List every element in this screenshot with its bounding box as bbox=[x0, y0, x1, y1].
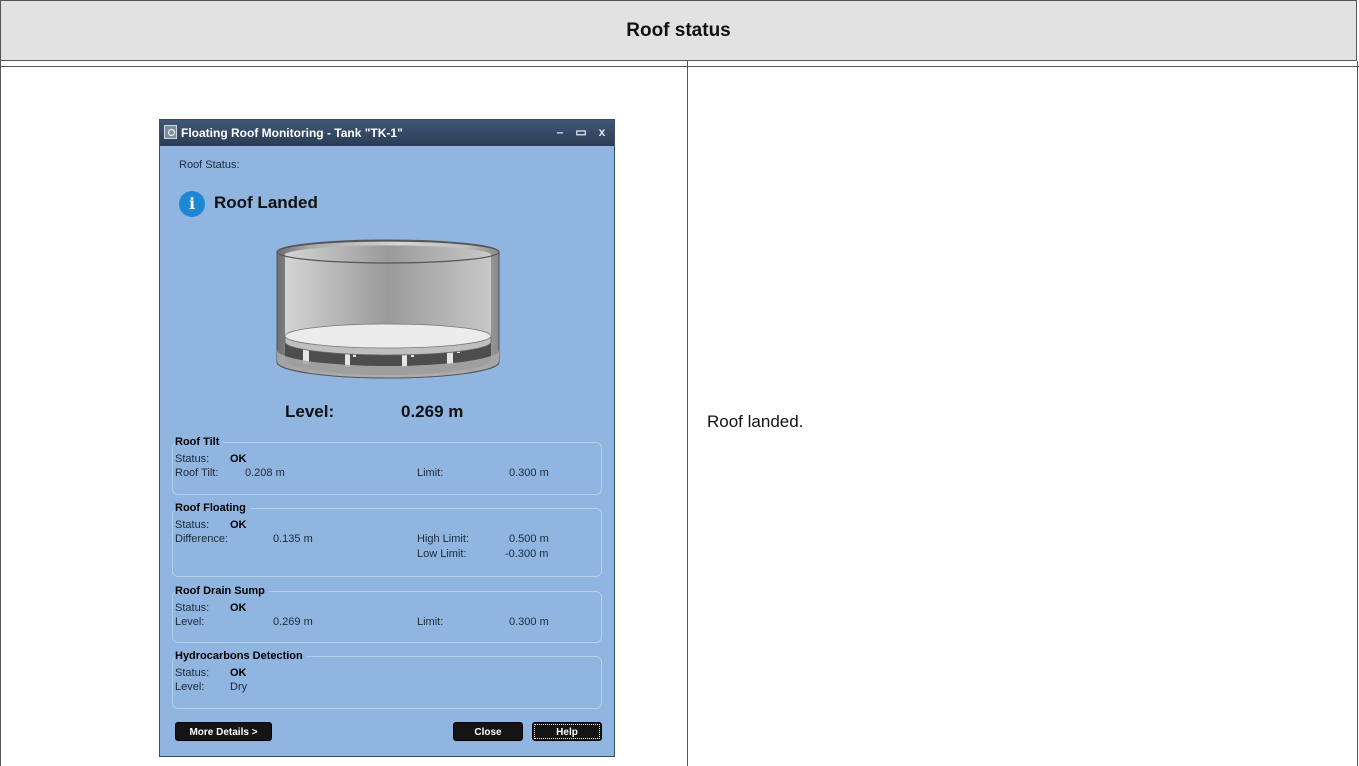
maximize-button[interactable]: ▭ bbox=[573, 124, 589, 140]
more-details-button[interactable]: More Details > bbox=[175, 722, 272, 741]
low-limit-value: -0.300 m bbox=[505, 548, 549, 560]
window-titlebar[interactable]: Floating Roof Monitoring - Tank "TK-1" –… bbox=[160, 120, 614, 146]
roof-floating-group: Roof Floating Status: OK Difference: 0.1… bbox=[172, 502, 602, 577]
row-value: 0.208 m bbox=[245, 467, 285, 479]
status-label: Status: bbox=[175, 667, 210, 679]
document-table: Roof status Roof landed. Floating Roof M… bbox=[0, 0, 1359, 766]
row-label: Difference: bbox=[175, 533, 228, 545]
low-limit-label: Low Limit: bbox=[417, 548, 467, 560]
limit-label: Limit: bbox=[417, 467, 444, 479]
description-text: Roof landed. bbox=[707, 412, 804, 431]
group-title: Roof Floating bbox=[175, 502, 250, 514]
limit-value: 0.300 m bbox=[509, 467, 549, 479]
status-value: OK bbox=[230, 602, 247, 614]
status-label: Status: bbox=[175, 453, 210, 465]
level-label: Level: bbox=[285, 402, 335, 421]
minimize-button[interactable]: – bbox=[552, 124, 568, 140]
row-label: Level: bbox=[175, 681, 205, 693]
roof-status-value: Roof Landed bbox=[214, 193, 318, 212]
right-border bbox=[1357, 61, 1358, 766]
row-value: 0.269 m bbox=[273, 616, 313, 628]
close-button[interactable]: Close bbox=[453, 722, 523, 741]
limit-label: Limit: bbox=[417, 616, 444, 628]
header-title: Roof status bbox=[626, 19, 731, 41]
level-value: 0.269 m bbox=[401, 402, 464, 421]
row-value: Dry bbox=[230, 681, 248, 693]
tank-illustration bbox=[276, 239, 500, 379]
hydrocarbons-detection-group: Hydrocarbons Detection Status: OK Level:… bbox=[172, 650, 602, 709]
header-divider bbox=[0, 66, 1359, 67]
status-label: Status: bbox=[175, 602, 210, 614]
status-label: Status: bbox=[175, 519, 210, 531]
status-value: OK bbox=[230, 453, 247, 465]
high-limit-label: High Limit: bbox=[417, 533, 469, 545]
group-title: Roof Tilt bbox=[175, 436, 224, 448]
help-button[interactable]: Help bbox=[532, 722, 602, 741]
roof-tilt-group: Roof Tilt Status: OK Roof Tilt: 0.208 m … bbox=[172, 436, 602, 495]
status-value: OK bbox=[230, 519, 247, 531]
group-title: Roof Drain Sump bbox=[175, 585, 269, 597]
info-icon: i bbox=[179, 191, 205, 217]
row-label: Level: bbox=[175, 616, 205, 628]
roof-drain-sump-group: Roof Drain Sump Status: OK Level: 0.269 … bbox=[172, 585, 602, 643]
floating-roof-window: Floating Roof Monitoring - Tank "TK-1" –… bbox=[159, 119, 615, 757]
status-value: OK bbox=[230, 667, 247, 679]
column-divider bbox=[687, 61, 688, 766]
window-title: Floating Roof Monitoring - Tank "TK-1" bbox=[181, 126, 403, 140]
app-icon bbox=[164, 125, 177, 139]
high-limit-value: 0.500 m bbox=[509, 533, 549, 545]
left-border bbox=[0, 61, 1, 766]
limit-value: 0.300 m bbox=[509, 616, 549, 628]
table-header: Roof status bbox=[0, 0, 1357, 61]
group-title: Hydrocarbons Detection bbox=[175, 650, 307, 662]
row-label: Roof Tilt: bbox=[175, 467, 219, 479]
row-value: 0.135 m bbox=[273, 533, 313, 545]
roof-status-label: Roof Status: bbox=[179, 159, 240, 171]
close-window-button[interactable]: x bbox=[594, 124, 610, 140]
